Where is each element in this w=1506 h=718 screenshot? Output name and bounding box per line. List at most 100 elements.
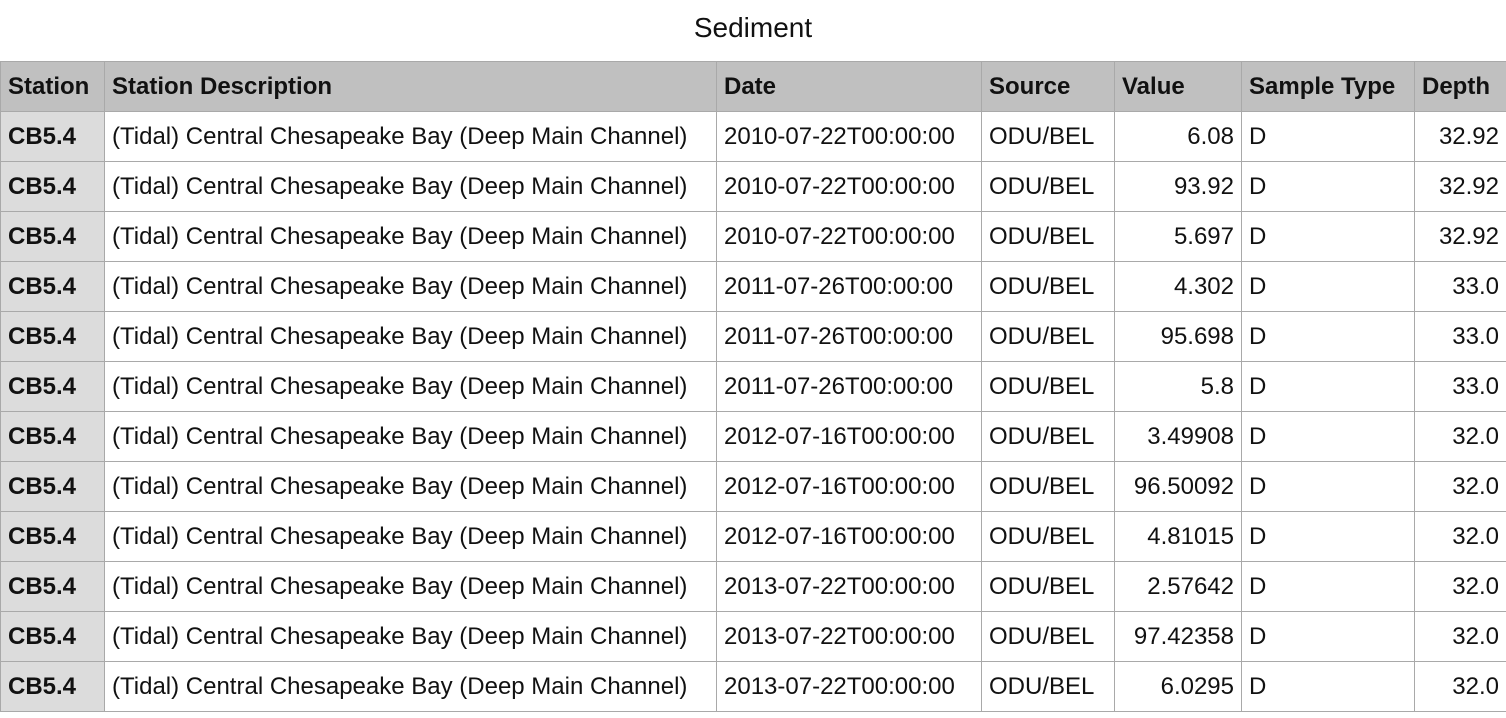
cell-station[interactable]: CB5.4 xyxy=(0,361,105,412)
cell-date[interactable]: 2010-07-22T00:00:00 xyxy=(716,111,982,162)
cell-sample-type[interactable]: D xyxy=(1241,461,1415,512)
cell-source[interactable]: ODU/BEL xyxy=(981,361,1115,412)
cell-value[interactable]: 96.50092 xyxy=(1114,461,1242,512)
cell-depth[interactable]: 32.92 xyxy=(1414,211,1506,262)
column-header-description[interactable]: Station Description xyxy=(104,61,717,112)
cell-date[interactable]: 2011-07-26T00:00:00 xyxy=(716,361,982,412)
cell-value[interactable]: 93.92 xyxy=(1114,161,1242,212)
cell-source[interactable]: ODU/BEL xyxy=(981,411,1115,462)
column-header-sample-type[interactable]: Sample Type xyxy=(1241,61,1415,112)
table-row[interactable]: CB5.4 (Tidal) Central Chesapeake Bay (Dee… xyxy=(0,661,1506,712)
table-row[interactable]: CB5.4 (Tidal) Central Chesapeake Bay (Dee… xyxy=(0,211,1506,262)
cell-depth[interactable]: 32.92 xyxy=(1414,111,1506,162)
cell-date[interactable]: 2013-07-22T00:00:00 xyxy=(716,661,982,712)
cell-sample-type[interactable]: D xyxy=(1241,411,1415,462)
table-row[interactable]: CB5.4 (Tidal) Central Chesapeake Bay (Dee… xyxy=(0,361,1506,412)
cell-station[interactable]: CB5.4 xyxy=(0,261,105,312)
cell-station[interactable]: CB5.4 xyxy=(0,511,105,562)
cell-source[interactable]: ODU/BEL xyxy=(981,611,1115,662)
cell-value[interactable]: 5.697 xyxy=(1114,211,1242,262)
cell-depth[interactable]: 32.0 xyxy=(1414,411,1506,462)
table-row[interactable]: CB5.4 (Tidal) Central Chesapeake Bay (Dee… xyxy=(0,511,1506,562)
cell-value[interactable]: 2.57642 xyxy=(1114,561,1242,612)
cell-station-description[interactable]: (Tidal) Central Chesapeake Bay (Deep Mai… xyxy=(104,261,717,312)
cell-source[interactable]: ODU/BEL xyxy=(981,311,1115,362)
cell-station[interactable]: CB5.4 xyxy=(0,561,105,612)
cell-station[interactable]: CB5.4 xyxy=(0,611,105,662)
cell-station[interactable]: CB5.4 xyxy=(0,211,105,262)
cell-station-description[interactable]: (Tidal) Central Chesapeake Bay (Deep Mai… xyxy=(104,511,717,562)
cell-depth[interactable]: 32.0 xyxy=(1414,611,1506,662)
cell-date[interactable]: 2012-07-16T00:00:00 xyxy=(716,511,982,562)
cell-source[interactable]: ODU/BEL xyxy=(981,661,1115,712)
cell-value[interactable]: 6.08 xyxy=(1114,111,1242,162)
cell-sample-type[interactable]: D xyxy=(1241,311,1415,362)
table-row[interactable]: CB5.4 (Tidal) Central Chesapeake Bay (Dee… xyxy=(0,311,1506,362)
cell-source[interactable]: ODU/BEL xyxy=(981,211,1115,262)
table-row[interactable]: CB5.4 (Tidal) Central Chesapeake Bay (Dee… xyxy=(0,261,1506,312)
column-header-depth[interactable]: Depth xyxy=(1414,61,1506,112)
cell-depth[interactable]: 32.0 xyxy=(1414,661,1506,712)
cell-date[interactable]: 2012-07-16T00:00:00 xyxy=(716,461,982,512)
cell-station-description[interactable]: (Tidal) Central Chesapeake Bay (Deep Mai… xyxy=(104,411,717,462)
cell-date[interactable]: 2012-07-16T00:00:00 xyxy=(716,411,982,462)
cell-station-description[interactable]: (Tidal) Central Chesapeake Bay (Deep Mai… xyxy=(104,111,717,162)
cell-sample-type[interactable]: D xyxy=(1241,661,1415,712)
cell-station-description[interactable]: (Tidal) Central Chesapeake Bay (Deep Mai… xyxy=(104,361,717,412)
cell-source[interactable]: ODU/BEL xyxy=(981,461,1115,512)
cell-station[interactable]: CB5.4 xyxy=(0,111,105,162)
cell-depth[interactable]: 32.0 xyxy=(1414,561,1506,612)
cell-station-description[interactable]: (Tidal) Central Chesapeake Bay (Deep Mai… xyxy=(104,611,717,662)
cell-date[interactable]: 2013-07-22T00:00:00 xyxy=(716,561,982,612)
cell-depth[interactable]: 32.92 xyxy=(1414,161,1506,212)
cell-station-description[interactable]: (Tidal) Central Chesapeake Bay (Deep Mai… xyxy=(104,161,717,212)
cell-value[interactable]: 4.302 xyxy=(1114,261,1242,312)
cell-source[interactable]: ODU/BEL xyxy=(981,261,1115,312)
table-row[interactable]: CB5.4 (Tidal) Central Chesapeake Bay (Dee… xyxy=(0,411,1506,462)
cell-sample-type[interactable]: D xyxy=(1241,261,1415,312)
cell-station-description[interactable]: (Tidal) Central Chesapeake Bay (Deep Mai… xyxy=(104,661,717,712)
cell-sample-type[interactable]: D xyxy=(1241,561,1415,612)
table-row[interactable]: CB5.4 (Tidal) Central Chesapeake Bay (Dee… xyxy=(0,161,1506,212)
cell-source[interactable]: ODU/BEL xyxy=(981,111,1115,162)
cell-value[interactable]: 6.0295 xyxy=(1114,661,1242,712)
cell-source[interactable]: ODU/BEL xyxy=(981,511,1115,562)
table-row[interactable]: CB5.4 (Tidal) Central Chesapeake Bay (Dee… xyxy=(0,561,1506,612)
cell-sample-type[interactable]: D xyxy=(1241,211,1415,262)
column-header-value[interactable]: Value xyxy=(1114,61,1242,112)
table-row[interactable]: CB5.4 (Tidal) Central Chesapeake Bay (Dee… xyxy=(0,461,1506,512)
cell-value[interactable]: 95.698 xyxy=(1114,311,1242,362)
cell-station[interactable]: CB5.4 xyxy=(0,161,105,212)
column-header-date[interactable]: Date xyxy=(716,61,982,112)
cell-station[interactable]: CB5.4 xyxy=(0,311,105,362)
cell-date[interactable]: 2011-07-26T00:00:00 xyxy=(716,311,982,362)
cell-depth[interactable]: 33.0 xyxy=(1414,361,1506,412)
cell-station-description[interactable]: (Tidal) Central Chesapeake Bay (Deep Mai… xyxy=(104,461,717,512)
cell-station[interactable]: CB5.4 xyxy=(0,661,105,712)
cell-sample-type[interactable]: D xyxy=(1241,511,1415,562)
cell-sample-type[interactable]: D xyxy=(1241,111,1415,162)
cell-value[interactable]: 3.49908 xyxy=(1114,411,1242,462)
cell-sample-type[interactable]: D xyxy=(1241,161,1415,212)
cell-sample-type[interactable]: D xyxy=(1241,361,1415,412)
cell-date[interactable]: 2010-07-22T00:00:00 xyxy=(716,161,982,212)
cell-station-description[interactable]: (Tidal) Central Chesapeake Bay (Deep Mai… xyxy=(104,311,717,362)
cell-depth[interactable]: 33.0 xyxy=(1414,261,1506,312)
cell-depth[interactable]: 32.0 xyxy=(1414,511,1506,562)
column-header-source[interactable]: Source xyxy=(981,61,1115,112)
cell-date[interactable]: 2010-07-22T00:00:00 xyxy=(716,211,982,262)
cell-value[interactable]: 97.42358 xyxy=(1114,611,1242,662)
cell-station[interactable]: CB5.4 xyxy=(0,461,105,512)
cell-sample-type[interactable]: D xyxy=(1241,611,1415,662)
cell-station-description[interactable]: (Tidal) Central Chesapeake Bay (Deep Mai… xyxy=(104,211,717,262)
cell-station[interactable]: CB5.4 xyxy=(0,411,105,462)
cell-depth[interactable]: 32.0 xyxy=(1414,461,1506,512)
cell-station-description[interactable]: (Tidal) Central Chesapeake Bay (Deep Mai… xyxy=(104,561,717,612)
table-row[interactable]: CB5.4 (Tidal) Central Chesapeake Bay (Dee… xyxy=(0,111,1506,162)
cell-source[interactable]: ODU/BEL xyxy=(981,561,1115,612)
cell-source[interactable]: ODU/BEL xyxy=(981,161,1115,212)
cell-date[interactable]: 2011-07-26T00:00:00 xyxy=(716,261,982,312)
cell-value[interactable]: 4.81015 xyxy=(1114,511,1242,562)
cell-date[interactable]: 2013-07-22T00:00:00 xyxy=(716,611,982,662)
column-header-station[interactable]: Station xyxy=(0,61,105,112)
